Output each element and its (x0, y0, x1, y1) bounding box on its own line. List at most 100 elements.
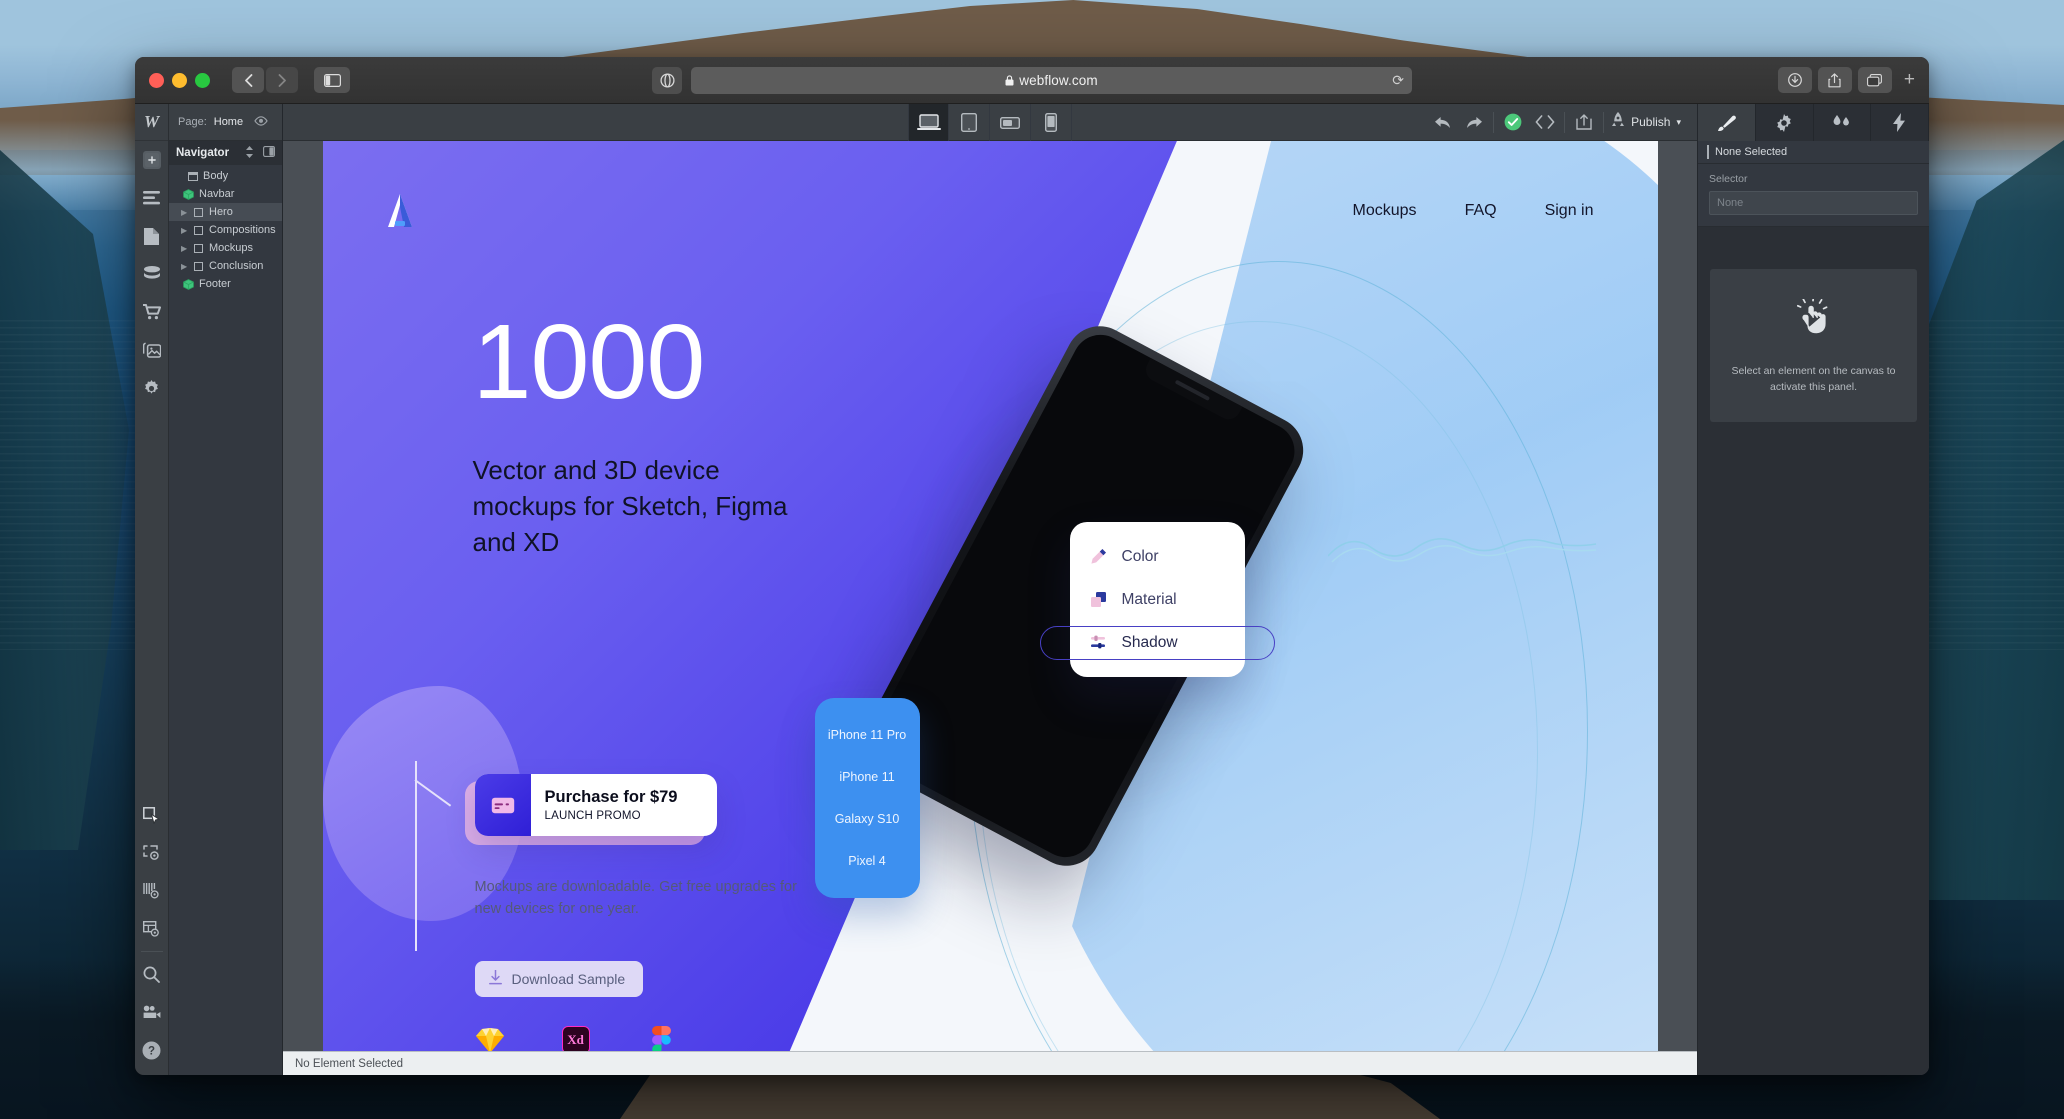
figma-icon[interactable] (647, 1025, 677, 1051)
webflow-logo-icon[interactable]: W (135, 104, 168, 141)
chevron-right-icon[interactable]: ▶ (181, 262, 188, 271)
navigator-tree: Body Navbar ▶ Hero ▶ Compositions ▶ Mock… (169, 165, 282, 293)
hero-text-block: 1000 Vector and 3D device mockups for Sk… (473, 309, 893, 561)
div-icon (1707, 145, 1709, 159)
tree-item-mockups[interactable]: ▶ Mockups (169, 239, 282, 257)
div-icon (193, 207, 204, 217)
code-view-icon[interactable] (1529, 104, 1561, 141)
tree-item-footer[interactable]: Footer (169, 275, 282, 293)
canvas-toolbar: Publish ▾ (283, 103, 1697, 141)
tablet-breakpoint[interactable] (949, 103, 990, 141)
page-indicator[interactable]: Page: Home (169, 104, 282, 141)
help-icon[interactable]: ? (135, 1031, 169, 1069)
chevron-right-icon[interactable]: ▶ (181, 226, 188, 235)
nav-link-faq[interactable]: FAQ (1465, 202, 1497, 220)
downloads-button[interactable] (1777, 67, 1812, 93)
rocket-icon (1611, 112, 1625, 132)
hero-section[interactable]: Mockups FAQ Sign in 1000 Vector and 3D d… (322, 141, 1658, 1051)
interactions-tab[interactable] (1814, 104, 1872, 141)
nav-link-mockups[interactable]: Mockups (1353, 202, 1417, 220)
download-sample-label: Download Sample (511, 971, 626, 987)
toolbar-divider (1603, 111, 1605, 133)
chevron-down-icon[interactable]: ▾ (1676, 117, 1681, 128)
menu-item-material[interactable]: Material (1070, 585, 1245, 615)
nav-link-signin[interactable]: Sign in (1545, 202, 1594, 220)
site-viewport[interactable]: Mockups FAQ Sign in 1000 Vector and 3D d… (322, 141, 1658, 1051)
tree-item-body[interactable]: Body (169, 167, 282, 185)
grid-preview-icon[interactable] (135, 910, 169, 948)
reload-icon[interactable]: ⟳ (1392, 72, 1404, 89)
search-icon[interactable] (135, 955, 169, 993)
canvas-area[interactable]: Mockups FAQ Sign in 1000 Vector and 3D d… (283, 141, 1697, 1051)
mobile-landscape-breakpoint[interactable] (990, 103, 1031, 141)
tree-item-hero[interactable]: ▶ Hero (169, 203, 282, 221)
tree-item-compositions[interactable]: ▶ Compositions (169, 221, 282, 239)
menu-item-color[interactable]: Color (1070, 542, 1245, 572)
adobe-xd-icon[interactable]: Xd (561, 1025, 591, 1051)
panel-empty-text: Select an element on the canvas to activ… (1731, 365, 1896, 393)
desktop-breakpoint[interactable] (908, 103, 949, 141)
show-tabs-button[interactable] (1857, 67, 1892, 93)
devices-list-card[interactable]: iPhone 11 Pro iPhone 11 Galaxy S10 Pixel… (814, 698, 920, 898)
sort-icon[interactable] (245, 145, 254, 161)
body-icon (187, 171, 198, 181)
toolbar-divider (140, 951, 163, 952)
eye-icon[interactable] (254, 115, 268, 129)
select-tool-icon[interactable] (135, 796, 169, 834)
download-sample-button[interactable]: Download Sample (474, 961, 644, 997)
reader-view-button[interactable] (652, 66, 682, 94)
address-bar[interactable]: webflow.com ⟳ (691, 66, 1412, 94)
tree-item-conclusion[interactable]: ▶ Conclusion (169, 257, 282, 275)
video-tutorials-icon[interactable] (135, 993, 169, 1031)
edge-preview-icon[interactable] (135, 834, 169, 872)
guides-icon[interactable] (135, 872, 169, 910)
purchase-card[interactable]: Purchase for $79 LAUNCH PROMO (474, 774, 717, 836)
site-navbar[interactable]: Mockups FAQ Sign in (323, 186, 1658, 236)
tree-item-navbar[interactable]: Navbar (169, 185, 282, 203)
export-icon[interactable] (1568, 104, 1600, 141)
wavy-line-decoration (1327, 538, 1596, 563)
maximize-window-button[interactable] (195, 72, 210, 88)
new-tab-button[interactable]: + (1904, 69, 1915, 91)
sidebar-toggle-button[interactable] (314, 67, 350, 93)
back-button[interactable] (232, 67, 264, 93)
settings-tab[interactable] (1756, 104, 1814, 141)
redo-icon[interactable] (1458, 104, 1490, 141)
toolbar-divider (1564, 111, 1566, 133)
chevron-right-icon[interactable]: ▶ (181, 244, 188, 253)
navigator-icon[interactable] (135, 179, 169, 217)
sketch-icon[interactable] (475, 1025, 505, 1051)
selector-input[interactable]: None (1709, 191, 1918, 215)
left-toolbar: W ? (135, 104, 169, 1075)
chevron-right-icon[interactable]: ▶ (181, 208, 188, 217)
titlebar-right-buttons: + (1777, 67, 1915, 93)
panel-empty-state: Select an element on the canvas to activ… (1710, 269, 1917, 422)
canvas-toolbar-right: Publish ▾ (1426, 104, 1689, 141)
pencil-icon (1090, 548, 1107, 565)
minimize-window-button[interactable] (172, 72, 187, 88)
mobile-portrait-breakpoint[interactable] (1031, 103, 1072, 141)
style-tab[interactable] (1698, 104, 1756, 141)
add-elements-icon[interactable] (135, 141, 169, 179)
undo-icon[interactable] (1426, 104, 1458, 141)
settings-icon[interactable] (135, 369, 169, 407)
purchase-title: Purchase for $79 (544, 788, 678, 806)
menu-item-label: Shadow (1121, 633, 1178, 651)
menu-item-shadow[interactable]: Shadow (1039, 625, 1275, 660)
options-popup-menu[interactable]: Color Material Shadow (1039, 522, 1275, 677)
ecommerce-icon[interactable] (135, 293, 169, 331)
share-button[interactable] (1817, 67, 1852, 93)
supported-apps-row: Xd (475, 1025, 677, 1051)
panel-collapse-icon[interactable] (263, 145, 275, 161)
div-icon (193, 243, 204, 253)
style-panel: None Selected Selector None Select an el… (1697, 104, 1929, 1075)
cms-icon[interactable] (135, 255, 169, 293)
publish-button[interactable]: Publish ▾ (1607, 112, 1689, 132)
close-window-button[interactable] (149, 72, 164, 88)
forward-button[interactable] (266, 67, 298, 93)
assets-icon[interactable] (135, 331, 169, 369)
effects-tab[interactable] (1871, 104, 1929, 141)
triangle-a-logo[interactable] (387, 193, 413, 229)
status-bar: No Element Selected (283, 1051, 1697, 1075)
pages-icon[interactable] (135, 217, 169, 255)
